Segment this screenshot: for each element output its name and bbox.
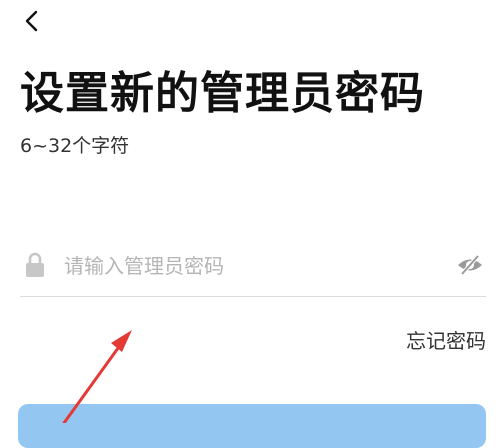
eye-off-icon[interactable] — [456, 253, 484, 277]
lock-icon — [26, 252, 44, 277]
password-input[interactable] — [64, 249, 434, 283]
arrow-icon — [62, 330, 132, 423]
password-length-hint: 6~32个字符 — [20, 135, 130, 157]
confirm-button[interactable] — [18, 404, 486, 448]
page-title: 设置新的管理员密码 — [20, 68, 425, 119]
password-input-row — [20, 244, 486, 297]
forgot-password-link[interactable]: 忘记密码 — [406, 327, 486, 355]
chevron-left-icon[interactable] — [18, 6, 48, 36]
